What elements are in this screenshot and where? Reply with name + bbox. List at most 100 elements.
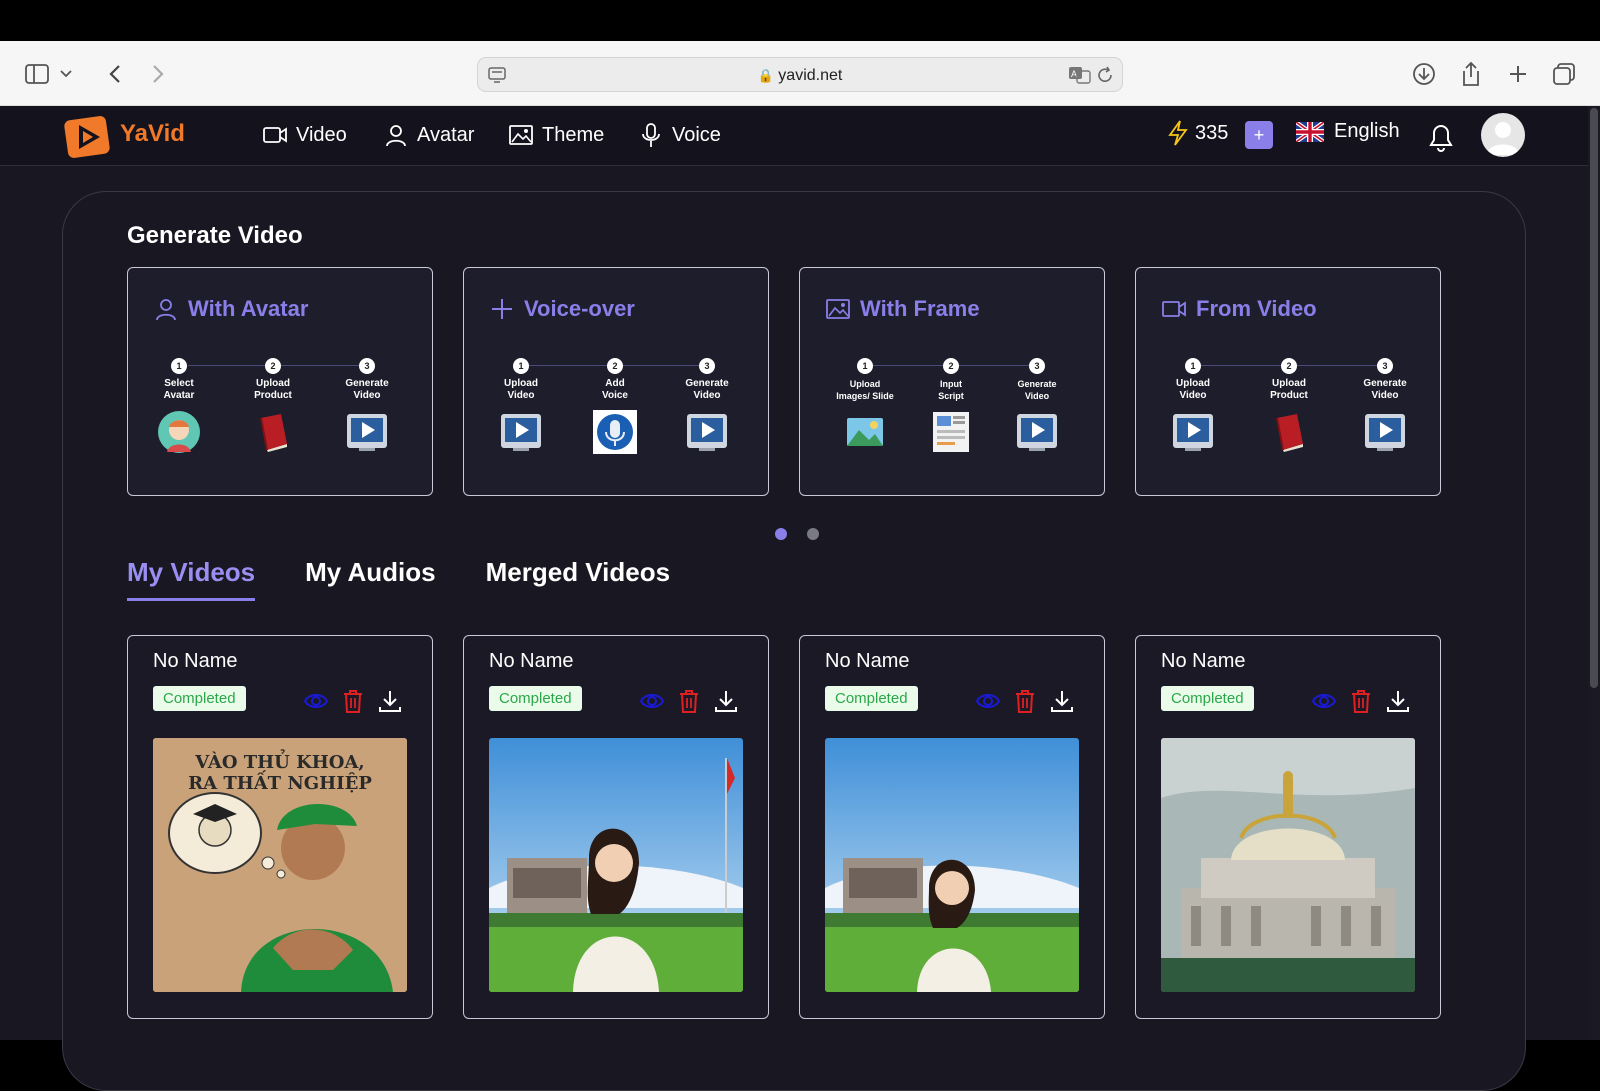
nav-video-label: Video — [296, 123, 347, 146]
carousel-dot-1[interactable] — [775, 528, 787, 540]
tab-my-videos[interactable]: My Videos — [127, 557, 256, 601]
plus-icon: + — [1253, 124, 1265, 145]
step-label: Generate Video — [345, 378, 389, 401]
card-title-label: With Frame — [860, 296, 980, 321]
card-title: With Frame — [826, 296, 980, 322]
eye-icon[interactable] — [303, 688, 329, 714]
step-number: 2 — [607, 358, 623, 374]
step-3: 3 Generate Video — [322, 358, 412, 459]
video-card[interactable]: No Name Completed — [1135, 635, 1441, 1019]
card-title: Voice-over — [490, 296, 635, 322]
url-text: 🔒 yavid.net — [757, 67, 843, 84]
trash-icon[interactable] — [1012, 688, 1038, 714]
step-label: Add Voice — [602, 378, 628, 401]
step-3: 3 Generate Video — [1340, 358, 1430, 459]
video-icon — [1162, 301, 1186, 317]
video-thumbnail[interactable] — [1161, 738, 1415, 992]
step-1: 1 Upload Images/ Slide — [820, 358, 910, 459]
trash-icon[interactable] — [340, 688, 366, 714]
scrollbar-thumb[interactable] — [1590, 108, 1598, 688]
steps: 1 Upload Video 2 Add Voice 3 Generate Vi… — [464, 358, 770, 478]
yavid-logo-icon[interactable] — [62, 108, 114, 164]
tab-my-audios[interactable]: My Audios — [305, 557, 435, 601]
play-screen-icon — [347, 414, 387, 451]
step-number: 3 — [1029, 358, 1045, 374]
nav-video[interactable]: Video — [262, 118, 347, 152]
download-icon[interactable] — [377, 688, 403, 714]
app-root: YaVid Video Avatar Theme Voice 335 + Eng… — [0, 106, 1600, 1091]
card-voice-over[interactable]: Voice-over 1 Upload Video 2 Add Voice 3 … — [463, 267, 769, 496]
video-card[interactable]: No Name Completed VÀO THỦ KHOA, RA THẤT … — [127, 635, 433, 1019]
lock-icon: 🔒 — [757, 68, 774, 83]
step-2: 2 Add Voice — [570, 358, 660, 459]
step-label: Generate Video — [1017, 379, 1057, 401]
video-card[interactable]: No Name Completed — [799, 635, 1105, 1019]
add-credits-button[interactable]: + — [1245, 121, 1273, 149]
nav-theme[interactable]: Theme — [508, 118, 604, 152]
avatar[interactable] — [1481, 113, 1525, 157]
step-label: Upload Product — [254, 378, 292, 401]
video-thumbnail[interactable] — [825, 738, 1079, 992]
sidebar-toggle-icon[interactable] — [22, 59, 52, 89]
brand-name[interactable]: YaVid — [120, 120, 185, 148]
step-label: Select Avatar — [163, 378, 195, 401]
forward-icon[interactable] — [143, 59, 173, 89]
chevron-down-icon[interactable] — [58, 59, 74, 89]
share-icon[interactable] — [1456, 59, 1486, 89]
download-icon[interactable] — [1049, 688, 1075, 714]
translate-icon[interactable]: A — [1068, 66, 1092, 84]
video-icon — [263, 127, 287, 143]
steps: 1 Upload Images/ Slide 2 Input Script 3 … — [800, 358, 1106, 478]
top-navbar: YaVid Video Avatar Theme Voice 335 + Eng… — [0, 106, 1600, 166]
carousel-dots — [775, 528, 819, 540]
play-screen-icon — [687, 414, 727, 451]
trash-icon[interactable] — [676, 688, 702, 714]
thumbnail-image — [825, 738, 1079, 992]
language-selector[interactable]: English — [1296, 120, 1400, 143]
card-title-label: Voice-over — [524, 296, 635, 321]
back-icon[interactable] — [100, 59, 130, 89]
credits[interactable]: 335 — [1167, 120, 1228, 146]
reload-icon[interactable] — [1096, 66, 1114, 84]
tab-merged-videos[interactable]: Merged Videos — [486, 557, 670, 601]
video-thumbnail[interactable]: VÀO THỦ KHOA, RA THẤT NGHIỆP — [153, 738, 407, 992]
new-tab-icon[interactable] — [1503, 59, 1533, 89]
step-number: 1 — [171, 358, 187, 374]
trash-icon[interactable] — [1348, 688, 1374, 714]
video-card[interactable]: No Name Completed — [463, 635, 769, 1019]
main-panel: Generate Video With Avatar 1 Select Avat… — [62, 191, 1526, 1091]
download-icon[interactable] — [713, 688, 739, 714]
step-3: 3 Generate Video — [992, 358, 1082, 459]
thumbnail-image — [489, 738, 743, 992]
eye-icon[interactable] — [975, 688, 1001, 714]
card-from-video[interactable]: From Video 1 Upload Video 2 Upload Produ… — [1135, 267, 1441, 496]
image-icon — [826, 299, 850, 319]
carousel-dot-2[interactable] — [807, 528, 819, 540]
card-with-avatar[interactable]: With Avatar 1 Select Avatar 2 Upload Pro… — [127, 267, 433, 496]
address-bar[interactable]: 🔒 yavid.net A — [477, 57, 1123, 92]
card-title-label: With Avatar — [188, 296, 309, 321]
card-title: With Avatar — [154, 296, 308, 322]
card-with-frame[interactable]: With Frame 1 Upload Images/ Slide 2 Inpu… — [799, 267, 1105, 496]
status-badge: Completed — [1161, 686, 1254, 711]
play-screen-icon — [501, 414, 541, 451]
nav-avatar-label: Avatar — [417, 123, 475, 146]
card-title-label: From Video — [1196, 296, 1317, 321]
steps: 1 Select Avatar 2 Upload Product 3 Gener… — [128, 358, 434, 478]
svg-text:A: A — [1071, 69, 1077, 79]
video-thumbnail[interactable] — [489, 738, 743, 992]
download-icon[interactable] — [1409, 59, 1439, 89]
eye-icon[interactable] — [1311, 688, 1337, 714]
tabs-overview-icon[interactable] — [1549, 59, 1579, 89]
nav-avatar[interactable]: Avatar — [383, 118, 474, 152]
scrollbar[interactable] — [1588, 106, 1600, 1040]
nav-voice[interactable]: Voice — [638, 118, 721, 152]
download-icon[interactable] — [1385, 688, 1411, 714]
plus-icon — [492, 299, 512, 319]
step-number: 1 — [857, 358, 873, 374]
bell-icon[interactable] — [1425, 118, 1457, 154]
generate-video-title: Generate Video — [127, 222, 303, 249]
steps: 1 Upload Video 2 Upload Product 3 Genera… — [1136, 358, 1442, 478]
eye-icon[interactable] — [639, 688, 665, 714]
card-title: From Video — [1162, 296, 1317, 322]
